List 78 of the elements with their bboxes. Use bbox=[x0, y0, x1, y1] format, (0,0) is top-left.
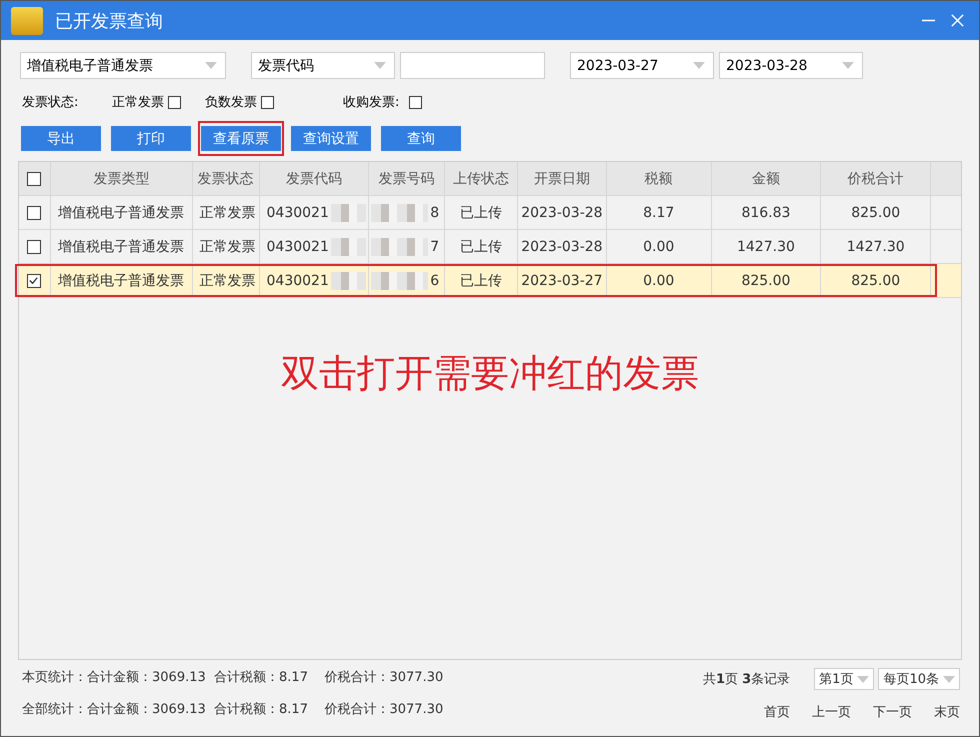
search-field-dropdown[interactable]: 发票代码 bbox=[251, 52, 395, 79]
column-header[interactable]: 上传状态 bbox=[445, 162, 518, 195]
search-input-field[interactable] bbox=[400, 52, 545, 79]
table-cell: 825.00 bbox=[741, 272, 790, 288]
column-header[interactable]: 金额 bbox=[712, 162, 822, 195]
toolbar-button[interactable]: 查询设置 bbox=[291, 126, 371, 151]
table-cell: 6 bbox=[430, 272, 440, 288]
table-row[interactable]: 增值税电子普通发票 正常发票 0430021 7 已上传 2023-03-28 0.00 1427.30 1427.30 bbox=[19, 230, 961, 264]
status-label: 发票状态: bbox=[22, 94, 80, 111]
table-cell: 0.00 bbox=[643, 272, 674, 288]
table-row[interactable]: 增值税电子普通发票 正常发票 0430021 8 已上传 2023-03-28 8.17 816.83 825.00 bbox=[19, 196, 961, 230]
checkbox[interactable] bbox=[168, 96, 181, 108]
table-cell: 816.83 bbox=[741, 204, 790, 220]
pagination-link[interactable]: 首页 bbox=[764, 703, 790, 721]
table-cell: 0.00 bbox=[643, 238, 674, 254]
all-stats-text: 全部统计：合计金额：3069.13 合计税额：8.17 价税合计：3077.30 bbox=[22, 701, 444, 719]
page-stats-text: 本页统计：合计金额：3069.13 合计税额：8.17 价税合计：3077.30 bbox=[22, 669, 444, 687]
redaction-mosaic bbox=[371, 272, 428, 290]
page-dropdown[interactable]: 第1页 bbox=[814, 668, 874, 690]
redaction-mosaic bbox=[330, 204, 366, 222]
end-date-picker[interactable]: 2023-03-28 bbox=[719, 52, 863, 79]
redaction-mosaic bbox=[371, 238, 428, 256]
table-cell: 1427.30 bbox=[736, 238, 795, 254]
start-date-picker[interactable]: 2023-03-27 bbox=[570, 52, 714, 79]
table-cell: 1427.30 bbox=[846, 238, 905, 254]
table-cell: 0430021 bbox=[266, 238, 329, 254]
column-header[interactable]: 税额 bbox=[606, 162, 712, 195]
redaction-mosaic bbox=[330, 238, 366, 256]
column-header[interactable]: 发票类型 bbox=[50, 162, 193, 195]
pagination-link[interactable]: 上一页 bbox=[812, 703, 851, 721]
table-cell: 0430021 bbox=[266, 204, 329, 220]
invoice-type-dropdown[interactable]: 增值税电子普通发票 bbox=[20, 52, 226, 79]
toolbar-button[interactable]: 打印 bbox=[111, 126, 191, 151]
status-option-label: 负数发票 bbox=[205, 94, 257, 111]
table-cell: 2023-03-28 bbox=[521, 204, 603, 220]
table-cell: 7 bbox=[430, 238, 440, 254]
table-cell: 2023-03-27 bbox=[521, 272, 603, 288]
checkbox[interactable] bbox=[27, 274, 42, 288]
pagination-link[interactable]: 末页 bbox=[934, 703, 960, 721]
table-cell: 增值税电子普通发票 bbox=[58, 272, 184, 290]
toolbar-button[interactable]: 导出 bbox=[21, 126, 101, 151]
toolbar-button[interactable]: 查询 bbox=[381, 126, 461, 151]
table-cell: 0430021 bbox=[266, 272, 329, 288]
page-size-dropdown[interactable]: 每页10条 bbox=[878, 668, 960, 690]
checkbox[interactable] bbox=[27, 206, 42, 220]
redaction-mosaic bbox=[330, 272, 366, 290]
column-header[interactable]: 开票日期 bbox=[518, 162, 607, 195]
table-cell: 正常发票 bbox=[200, 204, 256, 222]
table-cell: 增值税电子普通发票 bbox=[58, 238, 184, 256]
table-cell: 8.17 bbox=[643, 204, 674, 220]
checkbox[interactable] bbox=[27, 172, 42, 186]
column-header[interactable]: 发票号码 bbox=[369, 162, 446, 195]
table-cell: 8 bbox=[430, 204, 440, 220]
status-option-label: 正常发票 bbox=[112, 94, 164, 111]
table-cell: 已上传 bbox=[460, 204, 502, 222]
checkbox[interactable] bbox=[409, 96, 422, 108]
table-cell: 正常发票 bbox=[200, 238, 256, 256]
table-cell: 825.00 bbox=[851, 204, 900, 220]
table-cell: 增值税电子普通发票 bbox=[58, 204, 184, 222]
checkbox[interactable] bbox=[261, 96, 274, 108]
table-cell: 825.00 bbox=[851, 272, 900, 288]
table-cell: 已上传 bbox=[460, 272, 502, 290]
table-cell: 正常发票 bbox=[200, 272, 256, 290]
redaction-mosaic bbox=[371, 204, 428, 222]
record-count-text: 共1页 3条记录 bbox=[702, 671, 790, 688]
annotation-text: 双击打开需要冲红的发票 bbox=[281, 350, 699, 396]
table-cell: 已上传 bbox=[460, 238, 502, 256]
ticket-logo-icon bbox=[11, 6, 43, 34]
column-header[interactable]: 发票状态 bbox=[192, 162, 260, 195]
pagination-link[interactable]: 下一页 bbox=[873, 703, 912, 721]
window-title: 已开发票查询 bbox=[55, 10, 163, 32]
column-header[interactable]: 发票代码 bbox=[260, 162, 370, 195]
table-cell: 2023-03-28 bbox=[521, 238, 603, 254]
purchase-invoice-label: 收购发票: bbox=[343, 94, 400, 111]
column-header[interactable]: 价税合计 bbox=[821, 162, 932, 195]
checkbox[interactable] bbox=[27, 240, 42, 254]
toolbar-button[interactable]: 查看原票 bbox=[201, 126, 281, 151]
close-icon[interactable] bbox=[950, 13, 965, 28]
